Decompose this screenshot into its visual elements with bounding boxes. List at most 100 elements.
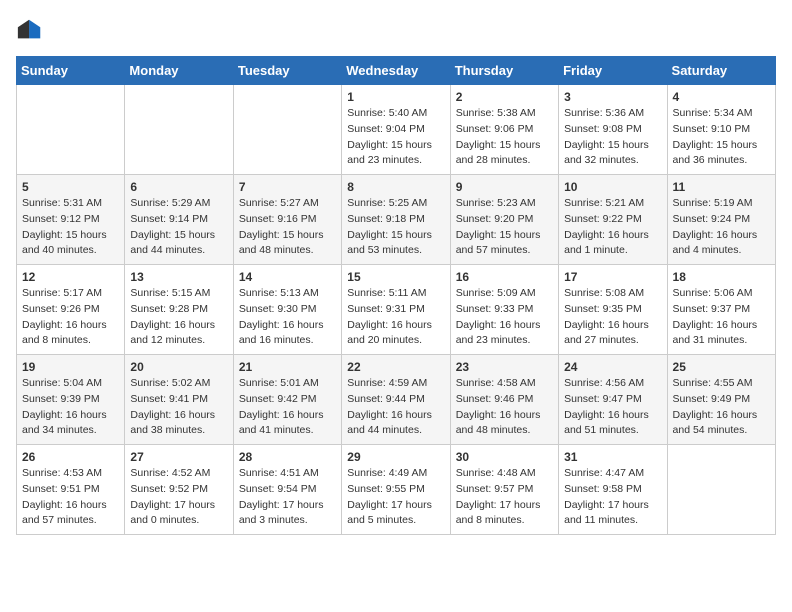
weekday-header: Wednesday bbox=[342, 57, 450, 85]
day-info: Sunrise: 4:58 AMSunset: 9:46 PMDaylight:… bbox=[456, 376, 553, 439]
calendar-cell: 23Sunrise: 4:58 AMSunset: 9:46 PMDayligh… bbox=[450, 355, 558, 445]
calendar-cell: 19 Sunrise: 5:04 AMSunset: 9:39 PMDayligh… bbox=[17, 355, 125, 445]
calendar-cell: 27 Sunrise: 4:52 AMSunset: 9:52 PMDayligh… bbox=[125, 445, 233, 535]
day-info: Sunrise: 4:49 AMSunset: 9:55 PMDaylight:… bbox=[347, 466, 444, 529]
calendar-cell: 29 Sunrise: 4:49 AMSunset: 9:55 PMDayligh… bbox=[342, 445, 450, 535]
calendar-week-row: 12 Sunrise: 5:17 AMSunset: 9:26 PMDayligh… bbox=[17, 265, 776, 355]
day-info: Sunrise: 5:36 AMSunset: 9:08 PMDaylight:… bbox=[564, 106, 661, 169]
day-info: Sunrise: 5:01 AMSunset: 9:42 PMDaylight:… bbox=[239, 376, 336, 439]
calendar-cell: 5 Sunrise: 5:31 AMSunset: 9:12 PMDaylight… bbox=[17, 175, 125, 265]
weekday-header: Friday bbox=[559, 57, 667, 85]
calendar-week-row: 19 Sunrise: 5:04 AMSunset: 9:39 PMDayligh… bbox=[17, 355, 776, 445]
day-number: 21 bbox=[239, 360, 336, 374]
day-number: 13 bbox=[130, 270, 227, 284]
day-info: Sunrise: 5:15 AMSunset: 9:28 PMDaylight:… bbox=[130, 286, 227, 349]
day-number: 20 bbox=[130, 360, 227, 374]
calendar-week-row: 5 Sunrise: 5:31 AMSunset: 9:12 PMDaylight… bbox=[17, 175, 776, 265]
day-number: 7 bbox=[239, 180, 336, 194]
day-info: Sunrise: 5:06 AMSunset: 9:37 PMDaylight:… bbox=[673, 286, 770, 349]
weekday-header: Tuesday bbox=[233, 57, 341, 85]
calendar-cell: 3Sunrise: 5:36 AMSunset: 9:08 PMDaylight… bbox=[559, 85, 667, 175]
weekday-header: Thursday bbox=[450, 57, 558, 85]
day-info: Sunrise: 4:51 AMSunset: 9:54 PMDaylight:… bbox=[239, 466, 336, 529]
day-number: 16 bbox=[456, 270, 553, 284]
day-number: 9 bbox=[456, 180, 553, 194]
day-info: Sunrise: 5:21 AMSunset: 9:22 PMDaylight:… bbox=[564, 196, 661, 259]
calendar-cell: 14 Sunrise: 5:13 AMSunset: 9:30 PMDayligh… bbox=[233, 265, 341, 355]
calendar-cell: 13 Sunrise: 5:15 AMSunset: 9:28 PMDayligh… bbox=[125, 265, 233, 355]
day-number: 1 bbox=[347, 90, 444, 104]
day-info: Sunrise: 4:53 AMSunset: 9:51 PMDaylight:… bbox=[22, 466, 119, 529]
calendar-cell: 22Sunrise: 4:59 AMSunset: 9:44 PMDayligh… bbox=[342, 355, 450, 445]
day-info: Sunrise: 5:04 AMSunset: 9:39 PMDaylight:… bbox=[22, 376, 119, 439]
calendar-cell: 17 Sunrise: 5:08 AMSunset: 9:35 PMDayligh… bbox=[559, 265, 667, 355]
day-info: Sunrise: 4:52 AMSunset: 9:52 PMDaylight:… bbox=[130, 466, 227, 529]
day-number: 2 bbox=[456, 90, 553, 104]
day-number: 26 bbox=[22, 450, 119, 464]
calendar-cell: 6 Sunrise: 5:29 AMSunset: 9:14 PMDaylight… bbox=[125, 175, 233, 265]
calendar-cell: 20Sunrise: 5:02 AMSunset: 9:41 PMDayligh… bbox=[125, 355, 233, 445]
calendar-cell: 21 Sunrise: 5:01 AMSunset: 9:42 PMDayligh… bbox=[233, 355, 341, 445]
day-info: Sunrise: 5:17 AMSunset: 9:26 PMDaylight:… bbox=[22, 286, 119, 349]
day-number: 18 bbox=[673, 270, 770, 284]
day-info: Sunrise: 5:08 AMSunset: 9:35 PMDaylight:… bbox=[564, 286, 661, 349]
day-number: 24 bbox=[564, 360, 661, 374]
day-info: Sunrise: 5:34 AMSunset: 9:10 PMDaylight:… bbox=[673, 106, 770, 169]
day-number: 6 bbox=[130, 180, 227, 194]
day-number: 4 bbox=[673, 90, 770, 104]
calendar-cell: 31 Sunrise: 4:47 AMSunset: 9:58 PMDayligh… bbox=[559, 445, 667, 535]
day-info: Sunrise: 5:38 AMSunset: 9:06 PMDaylight:… bbox=[456, 106, 553, 169]
calendar-cell: 2 Sunrise: 5:38 AMSunset: 9:06 PMDaylight… bbox=[450, 85, 558, 175]
day-info: Sunrise: 5:31 AMSunset: 9:12 PMDaylight:… bbox=[22, 196, 119, 259]
day-number: 10 bbox=[564, 180, 661, 194]
calendar-week-row: 26 Sunrise: 4:53 AMSunset: 9:51 PMDayligh… bbox=[17, 445, 776, 535]
day-info: Sunrise: 4:47 AMSunset: 9:58 PMDaylight:… bbox=[564, 466, 661, 529]
logo bbox=[16, 16, 48, 44]
calendar-cell bbox=[667, 445, 775, 535]
calendar-cell bbox=[233, 85, 341, 175]
day-info: Sunrise: 5:13 AMSunset: 9:30 PMDaylight:… bbox=[239, 286, 336, 349]
day-info: Sunrise: 5:09 AMSunset: 9:33 PMDaylight:… bbox=[456, 286, 553, 349]
day-number: 25 bbox=[673, 360, 770, 374]
day-number: 11 bbox=[673, 180, 770, 194]
day-number: 27 bbox=[130, 450, 227, 464]
calendar-cell: 11 Sunrise: 5:19 AMSunset: 9:24 PMDayligh… bbox=[667, 175, 775, 265]
calendar-cell: 1Sunrise: 5:40 AMSunset: 9:04 PMDaylight… bbox=[342, 85, 450, 175]
calendar-table: SundayMondayTuesdayWednesdayThursdayFrid… bbox=[16, 56, 776, 535]
logo-icon bbox=[16, 16, 44, 44]
day-number: 5 bbox=[22, 180, 119, 194]
day-info: Sunrise: 5:27 AMSunset: 9:16 PMDaylight:… bbox=[239, 196, 336, 259]
day-info: Sunrise: 5:29 AMSunset: 9:14 PMDaylight:… bbox=[130, 196, 227, 259]
calendar-cell: 9 Sunrise: 5:23 AMSunset: 9:20 PMDaylight… bbox=[450, 175, 558, 265]
day-number: 12 bbox=[22, 270, 119, 284]
calendar-week-row: 1Sunrise: 5:40 AMSunset: 9:04 PMDaylight… bbox=[17, 85, 776, 175]
day-info: Sunrise: 4:55 AMSunset: 9:49 PMDaylight:… bbox=[673, 376, 770, 439]
calendar-cell: 25 Sunrise: 4:55 AMSunset: 9:49 PMDayligh… bbox=[667, 355, 775, 445]
day-info: Sunrise: 5:23 AMSunset: 9:20 PMDaylight:… bbox=[456, 196, 553, 259]
day-number: 14 bbox=[239, 270, 336, 284]
day-info: Sunrise: 5:25 AMSunset: 9:18 PMDaylight:… bbox=[347, 196, 444, 259]
day-number: 15 bbox=[347, 270, 444, 284]
calendar-cell: 12 Sunrise: 5:17 AMSunset: 9:26 PMDayligh… bbox=[17, 265, 125, 355]
day-info: Sunrise: 5:19 AMSunset: 9:24 PMDaylight:… bbox=[673, 196, 770, 259]
weekday-header-row: SundayMondayTuesdayWednesdayThursdayFrid… bbox=[17, 57, 776, 85]
calendar-cell: 18 Sunrise: 5:06 AMSunset: 9:37 PMDayligh… bbox=[667, 265, 775, 355]
day-number: 22 bbox=[347, 360, 444, 374]
calendar-cell: 4 Sunrise: 5:34 AMSunset: 9:10 PMDaylight… bbox=[667, 85, 775, 175]
calendar-cell: 10 Sunrise: 5:21 AMSunset: 9:22 PMDayligh… bbox=[559, 175, 667, 265]
day-number: 17 bbox=[564, 270, 661, 284]
day-info: Sunrise: 5:11 AMSunset: 9:31 PMDaylight:… bbox=[347, 286, 444, 349]
calendar-cell: 24 Sunrise: 4:56 AMSunset: 9:47 PMDayligh… bbox=[559, 355, 667, 445]
day-number: 19 bbox=[22, 360, 119, 374]
calendar-cell: 8Sunrise: 5:25 AMSunset: 9:18 PMDaylight… bbox=[342, 175, 450, 265]
day-number: 30 bbox=[456, 450, 553, 464]
weekday-header: Sunday bbox=[17, 57, 125, 85]
day-number: 29 bbox=[347, 450, 444, 464]
calendar-cell: 16 Sunrise: 5:09 AMSunset: 9:33 PMDayligh… bbox=[450, 265, 558, 355]
day-number: 31 bbox=[564, 450, 661, 464]
day-info: Sunrise: 4:56 AMSunset: 9:47 PMDaylight:… bbox=[564, 376, 661, 439]
weekday-header: Monday bbox=[125, 57, 233, 85]
calendar-cell: 26 Sunrise: 4:53 AMSunset: 9:51 PMDayligh… bbox=[17, 445, 125, 535]
calendar-cell bbox=[17, 85, 125, 175]
calendar-cell: 15 Sunrise: 5:11 AMSunset: 9:31 PMDayligh… bbox=[342, 265, 450, 355]
